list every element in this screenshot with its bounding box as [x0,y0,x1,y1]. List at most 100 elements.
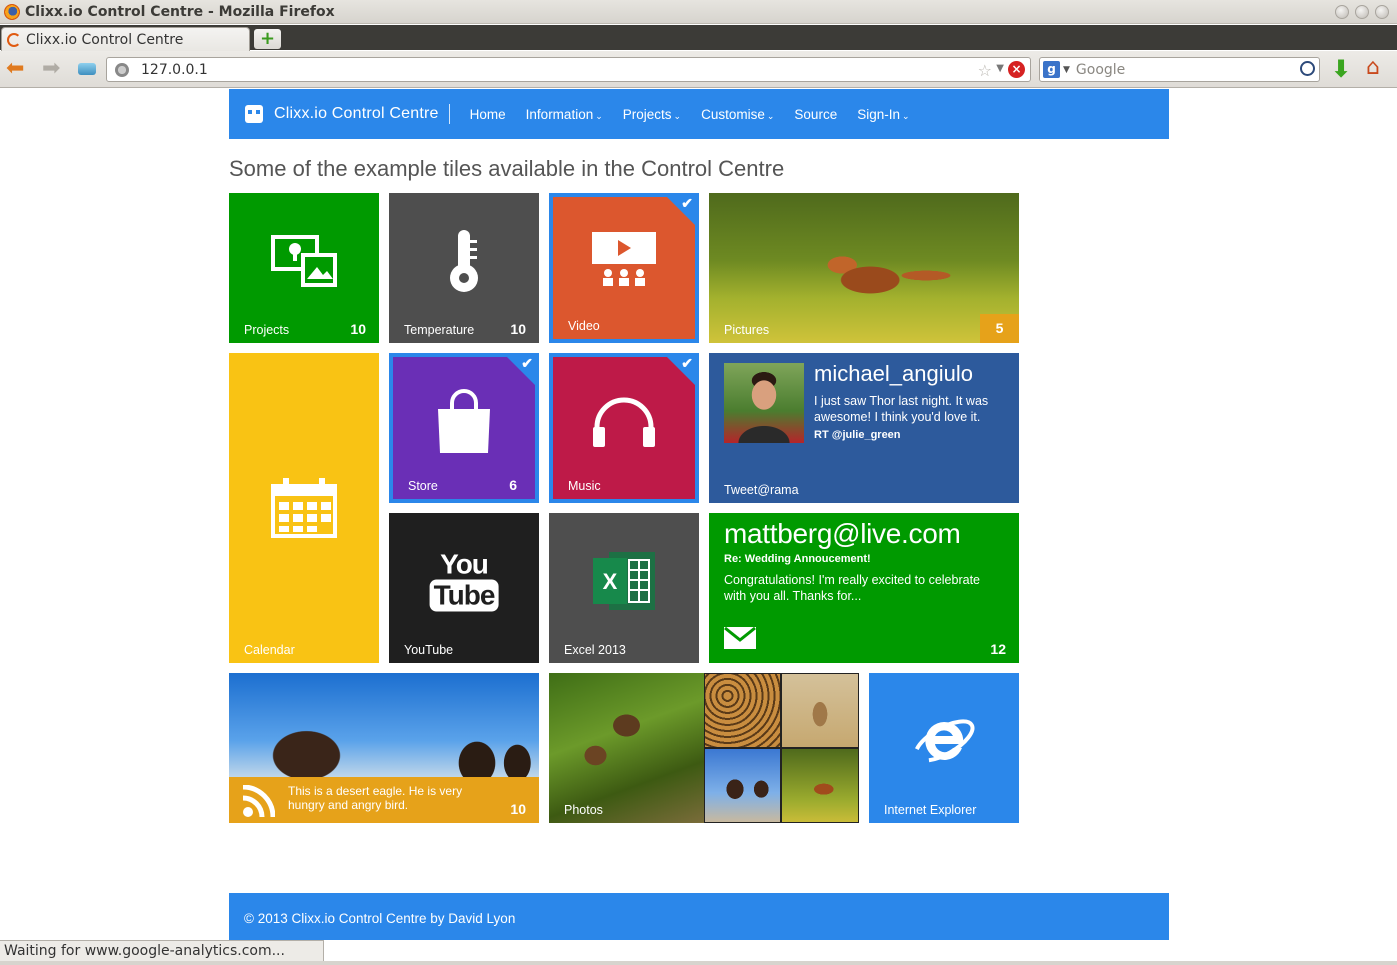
rss-caption-bar: This is a desert eagle. He is very hungr… [229,777,539,823]
envelope-icon [724,627,756,649]
tile-music[interactable]: Music ✔ [549,353,699,503]
tile-photos[interactable]: Photos [549,673,859,823]
tile-temperature[interactable]: Temperature 10 [389,193,539,343]
headphones-icon [593,397,655,447]
robot-logo-icon [245,105,263,123]
tile-count: 6 [509,477,517,493]
nav-customise[interactable]: Customise ⌄ [701,107,774,122]
home-icon[interactable]: ⌂ [1366,56,1380,80]
tile-label: Calendar [244,643,295,657]
tab-title: Clixx.io Control Centre [26,31,184,48]
rss-icon [243,785,275,817]
tile-excel[interactable]: X Excel 2013 [549,513,699,663]
tile-youtube[interactable]: You Tube YouTube [389,513,539,663]
mail-subject: Re: Wedding Annoucement! [724,553,871,565]
chevron-down-icon: ⌄ [595,110,603,121]
photo-hawks [705,749,780,822]
tile-mail[interactable]: mattberg@live.com Re: Wedding Annoucemen… [709,513,1019,663]
site-navbar: Clixx.io Control Centre Home Information… [229,89,1169,139]
tile-count: 10 [350,321,366,337]
stop-icon[interactable]: × [1008,61,1025,78]
bookmark-star-icon[interactable]: ☆ [978,61,992,80]
mail-address: mattberg@live.com [724,518,961,549]
window-bottom-edge [0,961,1397,965]
window-controls [1335,5,1389,19]
calendar-icon [271,478,337,538]
engine-dropdown-icon[interactable]: ▼ [1063,65,1070,75]
navigation-toolbar: ⬅ ➡ 127.0.0.1 ☆ ▼ × g ▼ Google ⬇ ⌂ [0,51,1397,88]
forward-arrow-icon[interactable]: ➡ [42,58,60,80]
history-dropdown-icon[interactable]: ▼ [996,63,1004,74]
tweet-username: michael_angiulo [814,361,973,386]
tile-count: 10 [510,801,526,817]
tile-label: Tweet@rama [724,483,799,497]
tile-tweet[interactable]: michael_angiulo I just saw Thor last nig… [709,353,1019,503]
minimize-icon[interactable] [1335,5,1349,19]
excel-icon: X [593,551,655,610]
tile-label: Music [568,479,601,493]
tile-count: 5 [980,314,1019,343]
search-input[interactable]: Google [1076,62,1125,78]
tile-label: Video [568,319,600,333]
tile-rss[interactable]: This is a desert eagle. He is very hungr… [229,673,539,823]
thermometer-icon [450,229,478,292]
checkmark-icon: ✔ [681,195,693,211]
photo-cheetahs [705,674,780,747]
photo-prairie-dog [782,674,858,747]
tweet-retweet: RT @julie_green [814,429,901,441]
status-bar: Waiting for www.google-analytics.com... [0,940,324,962]
tile-count: 12 [990,641,1006,657]
checkmark-icon: ✔ [521,355,533,371]
avatar [724,363,804,443]
new-tab-button[interactable]: + [254,29,281,49]
downloads-icon[interactable]: ⬇ [1331,57,1351,81]
globe-icon [115,62,129,77]
nav-sign-in[interactable]: Sign-In ⌄ [857,107,909,122]
tile-video[interactable]: Video ✔ [549,193,699,343]
svg-text:X: X [603,569,618,594]
nav-information[interactable]: Information ⌄ [526,107,603,122]
photo-bears [549,673,704,823]
window-title: Clixx.io Control Centre - Mozilla Firefo… [25,3,335,20]
tile-label: Temperature [404,323,475,337]
tile-internet-explorer[interactable]: Internet Explorer [869,673,1019,823]
tile-label: Photos [564,803,603,817]
tile-label: Internet Explorer [884,803,977,817]
site-brand[interactable]: Clixx.io Control Centre [274,104,450,124]
site-footer: © 2013 Clixx.io Control Centre by David … [229,893,1169,940]
tile-calendar[interactable]: Calendar [229,353,379,663]
address-bar[interactable]: 127.0.0.1 ☆ ▼ × [106,57,1031,82]
tile-label: YouTube [404,643,454,657]
rss-caption: This is a desert eagle. He is very hungr… [288,784,463,812]
url-text[interactable]: 127.0.0.1 [141,62,208,78]
google-engine-icon[interactable]: g [1043,61,1060,78]
search-bar[interactable]: g ▼ Google [1039,57,1320,82]
maximize-icon[interactable] [1355,5,1369,19]
site-identity-icon[interactable] [78,63,96,75]
nav-source[interactable]: Source [794,107,837,122]
back-arrow-icon[interactable]: ⬅ [6,58,24,80]
video-player-icon [592,231,656,286]
tile-label: Excel 2013 [564,643,626,657]
tab-bar: Clixx.io Control Centre + [0,25,1397,51]
pictures-icon [271,234,337,287]
mail-preview: Congratulations! I'm really excited to c… [724,573,980,603]
browser-tab[interactable]: Clixx.io Control Centre [1,27,250,51]
photo-fox [782,749,858,822]
firefox-icon [4,3,20,20]
youtube-logo-icon: You Tube [429,550,499,611]
search-icon[interactable] [1300,61,1315,76]
tile-store[interactable]: Store 6 ✔ [389,353,539,503]
chevron-down-icon: ⌄ [901,110,910,121]
tweet-text: I just saw Thor last night. It was aweso… [814,394,989,424]
checkmark-icon: ✔ [681,355,693,371]
close-icon[interactable] [1375,5,1389,19]
nav-projects[interactable]: Projects ⌄ [623,107,681,122]
tile-label: Store [408,479,438,493]
tile-pictures[interactable]: Pictures 5 [709,193,1019,343]
page-viewport: Clixx.io Control Centre Home Information… [0,89,1397,940]
tile-projects[interactable]: Projects 10 [229,193,379,343]
nav-home[interactable]: Home [470,107,506,122]
chevron-down-icon: ⌄ [766,110,775,121]
window-titlebar: Clixx.io Control Centre - Mozilla Firefo… [0,0,1397,24]
